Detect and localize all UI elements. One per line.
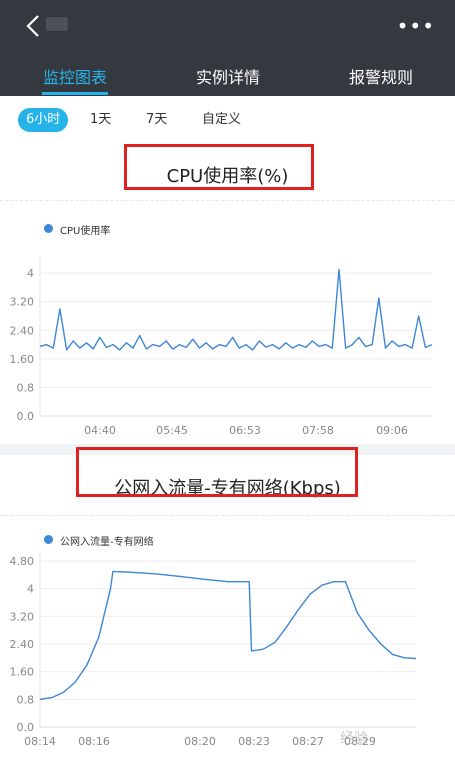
x-tick-label: 09:06 (376, 424, 408, 437)
y-tick-label: 0.0 (17, 410, 35, 423)
y-tick-label: 2.40 (10, 638, 35, 651)
range-7d-button[interactable]: 7天 (138, 108, 175, 132)
x-tick-label: 08:27 (292, 735, 324, 748)
cpu-chart-card: CPU使用率(%) CPU使用率 4 3.20 2.40 1.60 0.8 0.0 04:4… (0, 144, 455, 444)
x-tick-label: 06:53 (229, 424, 261, 437)
tab-bar: 监控图表 实例详情 报警规则 (0, 58, 455, 96)
time-range-bar: 6小时 1天 7天 自定义 (0, 96, 455, 144)
y-tick-label: 4 (27, 267, 34, 280)
tab-instance-details[interactable]: 实例详情 (193, 64, 263, 88)
y-tick-label: 0.0 (17, 721, 35, 734)
y-tick-label: 1.60 (10, 353, 35, 366)
x-tick-label: 08:14 (24, 735, 56, 748)
y-tick-label: 0.8 (17, 693, 35, 706)
x-tick-label: 04:40 (84, 424, 116, 437)
back-arrow-icon[interactable] (20, 12, 48, 40)
y-tick-label: 4.80 (10, 555, 35, 568)
y-tick-label: 2.40 (10, 324, 35, 337)
active-tab-indicator (42, 92, 108, 95)
watermark: 经验 (340, 731, 368, 747)
range-custom-button[interactable]: 自定义 (194, 108, 249, 132)
range-1d-button[interactable]: 1天 (82, 108, 119, 132)
app-header: ••• 监控图表 实例详情 报警规则 (0, 0, 455, 96)
x-tick-label: 07:58 (302, 424, 334, 437)
tab-monitor-charts[interactable]: 监控图表 (42, 64, 108, 88)
instance-name-placeholder (46, 17, 68, 31)
series-line (39, 268, 433, 351)
cpu-usage-chart: 4 3.20 2.40 1.60 0.8 0.0 04:40 05:45 06:53 07:58 0… (10, 256, 433, 437)
y-tick-label: 0.8 (17, 381, 35, 394)
more-options-icon[interactable]: ••• (397, 14, 435, 38)
y-tick-label: 4 (27, 583, 34, 596)
range-6h-button[interactable]: 6小时 (18, 108, 69, 132)
y-tick-label: 1.60 (10, 666, 35, 679)
series-line (39, 570, 417, 700)
y-tick-label: 3.20 (10, 296, 35, 309)
x-tick-label: 05:45 (156, 424, 188, 437)
x-tick-label: 08:16 (78, 735, 110, 748)
y-tick-label: 3.20 (10, 610, 35, 623)
x-tick-label: 08:20 (184, 735, 216, 748)
x-tick-label: 08:23 (238, 735, 270, 748)
tab-alarm-rules[interactable]: 报警规则 (346, 64, 416, 88)
